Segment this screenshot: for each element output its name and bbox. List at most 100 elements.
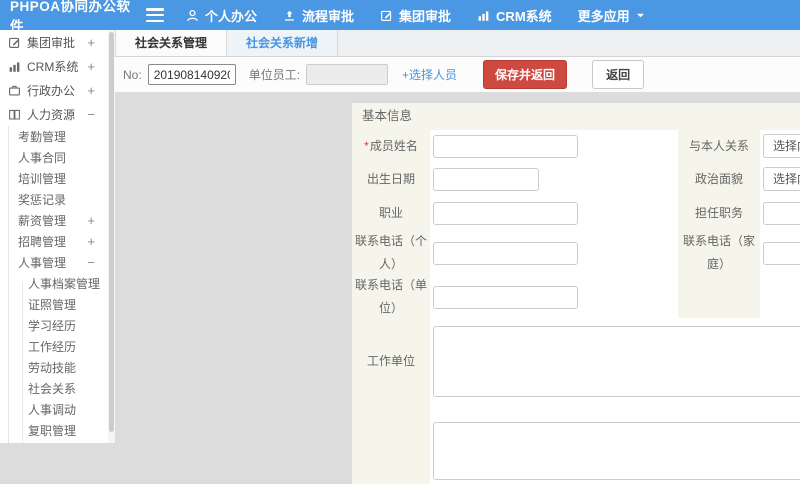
birth-date-label: 出生日期 [352, 162, 430, 196]
phone-work-label: 联系电话（单位） [352, 276, 430, 318]
nav-item-CRM系统[interactable]: CRM系统 [477, 6, 552, 25]
user-icon [186, 9, 199, 22]
nav-item-label: CRM系统 [496, 8, 552, 24]
sidebar-item-CRM系统[interactable]: CRM系统 + [0, 54, 108, 78]
sidebar-scrollbar-thumb[interactable] [109, 32, 114, 432]
employee-label: 单位员工: [248, 68, 301, 82]
next-field-label [352, 404, 430, 484]
sidebar-item-招聘管理[interactable]: 招聘管理 + [0, 231, 108, 252]
sidebar-item-label: 人事合同 [18, 151, 67, 165]
sidebar-item-社会关系[interactable]: 社会关系 [0, 378, 108, 399]
work-unit-textarea[interactable] [433, 325, 800, 397]
member-name-input[interactable] [433, 134, 578, 158]
sidebar-item-label: 劳动技能 [28, 361, 77, 375]
phone-home-label: 联系电话（家庭） [678, 230, 760, 276]
work-unit-label: 工作单位 [352, 318, 430, 404]
sidebar-item-label: 奖惩记录 [18, 193, 67, 207]
bar-chart-icon [477, 9, 490, 22]
sidebar-menu: 集团审批 + CRM系统 + 行政办公 + 人力资源 − 考勤管理 人事合同 培训管理 奖惩记录 薪资管… [0, 30, 108, 443]
nav-item-集团审批[interactable]: 集团审批 [380, 6, 451, 25]
expand-toggle-icon[interactable]: − [87, 107, 95, 122]
expand-toggle-icon[interactable]: + [87, 59, 95, 74]
back-button[interactable]: 返回 [592, 60, 645, 89]
sidebar-item-劳动技能[interactable]: 劳动技能 [0, 357, 108, 378]
select-person-link[interactable]: +选择人员 [402, 66, 457, 83]
sidebar-item-label: 学习经历 [28, 319, 77, 333]
sidebar-item-考勤管理[interactable]: 考勤管理 [0, 126, 108, 147]
sidebar-item-label: 招聘管理 [18, 235, 67, 249]
nav-item-label: 集团审批 [399, 8, 452, 24]
bar-chart-icon [8, 60, 21, 73]
nav-item-个人办公[interactable]: 个人办公 [186, 6, 257, 25]
political-select[interactable]: 选择内容 [763, 167, 800, 191]
sidebar-item-label: 集团审批 [27, 35, 76, 50]
save-and-return-button[interactable]: 保存并返回 [483, 60, 568, 89]
section-title: 基本信息 [352, 103, 800, 130]
phone-personal-input[interactable] [433, 241, 578, 265]
sidebar-item-label: 考勤管理 [18, 130, 67, 144]
sidebar-scrollbar[interactable] [108, 30, 115, 443]
nav-item-更多应用[interactable]: 更多应用 [578, 6, 645, 25]
next-field-textarea[interactable] [433, 422, 800, 480]
expand-toggle-icon[interactable]: + [87, 234, 95, 249]
sidebar-item-学习经历[interactable]: 学习经历 [0, 315, 108, 336]
sidebar-item-label: 人力资源 [27, 107, 76, 122]
sidebar-item-人事管理[interactable]: 人事管理 − [0, 252, 108, 273]
sidebar-item-label: 人事管理 [18, 256, 67, 270]
sidebar-item-label: 复职管理 [28, 424, 77, 438]
nav-item-流程审批[interactable]: 流程审批 [283, 6, 354, 25]
sidebar-item-人事调动[interactable]: 人事调动 [0, 399, 108, 420]
empty-label-cell [678, 276, 760, 318]
sidebar-item-人事合同[interactable]: 人事合同 [0, 147, 108, 168]
process-icon [283, 9, 296, 22]
nav-item-label: 个人办公 [205, 8, 258, 24]
sidebar-item-证照管理[interactable]: 证照管理 [0, 294, 108, 315]
sidebar-item-人事档案管理[interactable]: 人事档案管理 [0, 273, 108, 294]
expand-toggle-icon[interactable]: + [87, 213, 95, 228]
sidebar-item-行政办公[interactable]: 行政办公 + [0, 78, 108, 102]
sidebar-item-复职管理[interactable]: 复职管理 [0, 420, 108, 441]
no-label: No: [123, 67, 142, 82]
phone-work-input[interactable] [433, 285, 578, 309]
phone-home-input[interactable] [763, 241, 800, 265]
edit-square-icon [8, 36, 21, 49]
topbar-nav: 个人办公 流程审批 集团审批 CRM系统 更多应用 [186, 6, 671, 25]
sidebar-item-工作经历[interactable]: 工作经历 [0, 336, 108, 357]
sidebar-item-label: 培训管理 [18, 172, 67, 186]
relation-select[interactable]: 选择内容 [763, 134, 800, 158]
sidebar-item-label: 社会关系 [28, 382, 77, 396]
occupation-label: 职业 [352, 196, 430, 230]
app-title: PHPOA协同办公软件 [10, 0, 131, 34]
member-name-label: *成员姓名 [352, 130, 430, 162]
expand-toggle-icon[interactable]: − [87, 255, 95, 270]
topbar: PHPOA协同办公软件 个人办公 流程审批 集团审批 CRM系统 更多应用 [0, 0, 800, 34]
employee-input[interactable] [306, 64, 389, 85]
no-input[interactable] [147, 64, 236, 85]
required-mark: * [364, 138, 369, 153]
nav-item-label: 流程审批 [302, 8, 355, 24]
sidebar-item-薪资管理[interactable]: 薪资管理 + [0, 210, 108, 231]
occupation-input[interactable] [433, 201, 578, 225]
sidebar-item-培训管理[interactable]: 培训管理 [0, 168, 108, 189]
sidebar-item-label: CRM系统 [27, 59, 79, 74]
empty-input-cell [760, 276, 800, 318]
caret-down-icon [636, 8, 645, 23]
position-input[interactable] [763, 201, 800, 225]
sidebar-item-label: 薪资管理 [18, 214, 67, 228]
phone-personal-label: 联系电话（个人） [352, 230, 430, 276]
tab-社会关系新增[interactable]: 社会关系新增 [227, 30, 339, 56]
sidebar-item-人力资源[interactable]: 人力资源 − [0, 102, 108, 126]
nav-item-label: 更多应用 [577, 8, 630, 24]
sidebar-item-奖惩记录[interactable]: 奖惩记录 [0, 189, 108, 210]
expand-toggle-icon[interactable]: + [87, 35, 95, 50]
sidebar-item-label: 人事档案管理 [28, 277, 101, 291]
relation-label: 与本人关系 [678, 130, 760, 162]
toolbar: No: 单位员工: +选择人员 保存并返回 返回 [115, 57, 800, 93]
menu-toggle-icon[interactable] [146, 8, 164, 22]
sidebar-item-label: 行政办公 [27, 83, 76, 98]
tab-bar: 社会关系管理 社会关系新增 [115, 30, 800, 57]
sidebar-item-label: 工作经历 [28, 340, 77, 354]
basic-info-panel: 基本信息 *成员姓名 与本人关系 选择内容 出生日期 政治面貌 选择内容 职业 … [352, 103, 800, 484]
birth-date-input[interactable] [433, 167, 539, 191]
expand-toggle-icon[interactable]: + [87, 83, 95, 98]
